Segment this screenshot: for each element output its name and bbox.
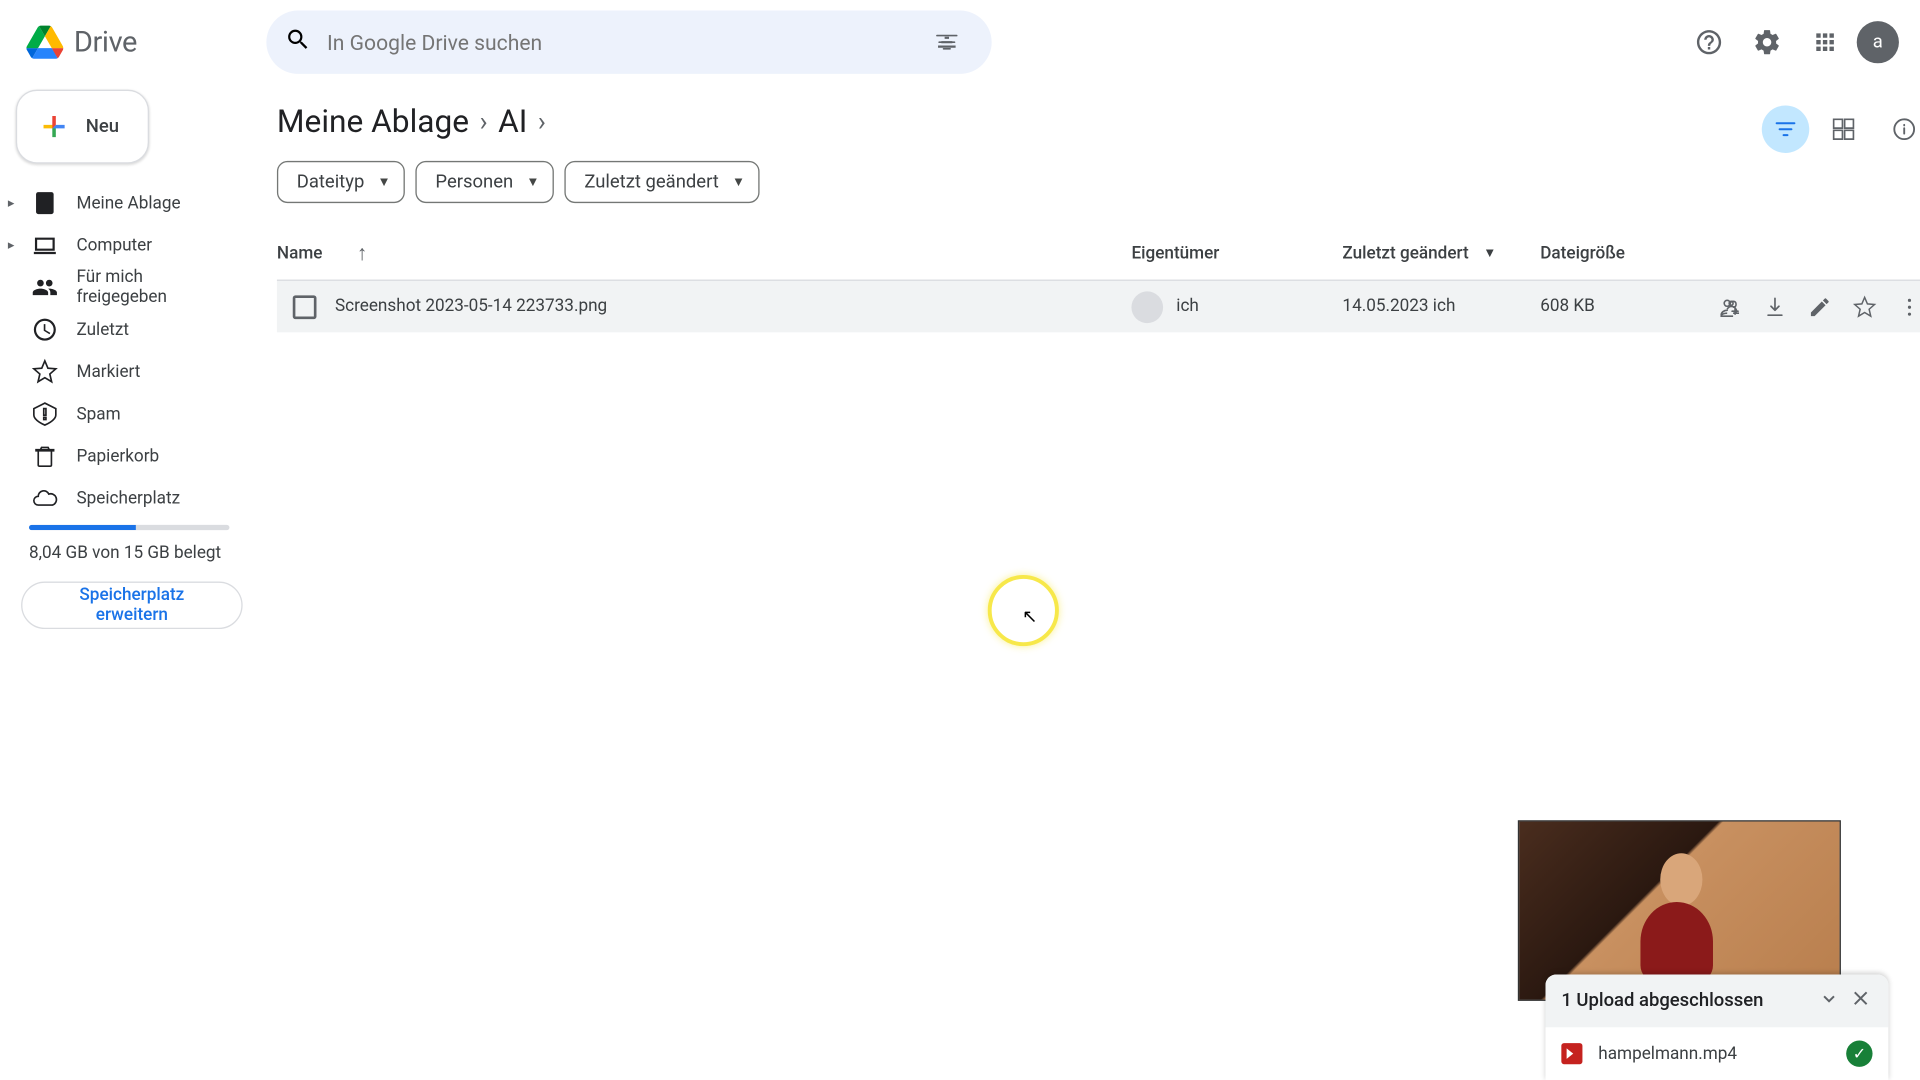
size-cell: 608 KB [1540,297,1711,317]
share-button[interactable] [1712,288,1749,325]
search-icon [285,26,311,58]
success-check-icon: ✓ [1846,1040,1872,1066]
avatar[interactable]: a [1857,21,1899,63]
header: Drive a [0,0,1920,84]
filter-chips: Dateityp▼ Personen▼ Zuletzt geändert▼ [277,161,1920,203]
sidebar: Neu ▸ Meine Ablage ▸ Computer Für mich f… [0,84,258,1080]
new-button[interactable]: Neu [16,90,149,164]
upload-toast: 1 Upload abgeschlossen hampelmann.mp4 ✓ [1546,975,1889,1080]
recent-icon [32,316,58,342]
settings-icon[interactable] [1741,16,1794,69]
sidebar-item-label: Spam [76,404,120,424]
modified-cell: 14.05.2023 ich [1342,297,1540,317]
cursor-icon: ↖ [1022,607,1037,628]
sidebar-item-recent[interactable]: Zuletzt [16,309,243,351]
breadcrumb-root[interactable]: Meine Ablage [277,103,469,140]
highlight-ring [988,575,1059,646]
chip-filetype[interactable]: Dateityp▼ [277,161,405,203]
collapse-toast-button[interactable] [1817,986,1841,1015]
file-name: Screenshot 2023-05-14 223733.png [335,297,607,317]
chip-modified[interactable]: Zuletzt geändert▼ [565,161,760,203]
sidebar-item-computers[interactable]: ▸ Computer [16,224,243,266]
row-checkbox[interactable] [293,295,317,319]
trash-icon [32,443,58,469]
sidebar-item-starred[interactable]: Markiert [16,351,243,393]
star-button[interactable] [1846,288,1883,325]
info-button[interactable] [1878,103,1920,156]
apps-icon[interactable] [1799,16,1852,69]
plus-icon [38,111,70,143]
grid-view-button[interactable] [1817,103,1870,156]
col-owner[interactable]: Eigentümer [1131,227,1342,280]
close-toast-button[interactable] [1849,986,1873,1015]
sidebar-item-label: Für mich freigegeben [76,268,232,308]
col-name[interactable]: Name↑ [277,227,1132,280]
video-file-icon [1561,1043,1582,1064]
upgrade-storage-button[interactable]: Speicherplatz erweitern [21,582,243,629]
sidebar-item-storage[interactable]: Speicherplatz [16,477,243,519]
cloud-icon [32,485,58,511]
file-row[interactable]: Screenshot 2023-05-14 223733.png ich 14.… [277,280,1920,333]
sidebar-item-label: Meine Ablage [76,193,180,213]
sidebar-item-label: Speicherplatz [76,489,180,509]
filter-icon [1774,117,1798,141]
col-size[interactable]: Dateigröße [1540,227,1711,280]
search-options-icon[interactable] [920,16,973,69]
new-button-label: Neu [86,116,119,137]
logo[interactable]: Drive [16,24,259,61]
sidebar-item-label: Computer [76,235,152,255]
column-headers: Name↑ Eigentümer Zuletzt geändert▼ Datei… [277,227,1920,280]
owner-cell: ich [1131,291,1342,323]
sidebar-item-label: Markiert [76,362,140,382]
search-bar[interactable] [266,11,991,74]
expand-icon[interactable]: ▸ [8,238,15,253]
chip-people[interactable]: Personen▼ [416,161,554,203]
sidebar-item-spam[interactable]: Spam [16,393,243,435]
caret-down-icon: ▼ [732,175,745,190]
upload-file-row[interactable]: hampelmann.mp4 ✓ [1546,1027,1889,1080]
storage-text: 8,04 GB von 15 GB belegt [29,543,243,563]
caret-down-icon: ▼ [378,175,391,190]
sidebar-item-label: Zuletzt [76,320,129,340]
rename-button[interactable] [1801,288,1838,325]
star-icon [32,359,58,385]
breadcrumb: Meine Ablage › AI › [277,103,1920,140]
caret-down-icon: ▼ [526,175,539,190]
mydrive-icon [32,190,58,216]
sort-asc-icon: ↑ [357,240,368,266]
expand-icon[interactable]: ▸ [8,196,15,211]
caret-down-icon: ▼ [1483,246,1496,261]
download-button[interactable] [1757,288,1794,325]
spam-icon [32,401,58,427]
sidebar-item-trash[interactable]: Papierkorb [16,435,243,477]
search-input[interactable] [327,30,920,55]
drive-logo-icon [26,24,63,61]
sidebar-item-mydrive[interactable]: ▸ Meine Ablage [16,182,243,224]
shared-icon [32,274,58,300]
sidebar-item-shared[interactable]: Für mich freigegeben [16,266,243,308]
upload-filename: hampelmann.mp4 [1598,1044,1737,1064]
computer-icon [32,232,58,258]
chevron-right-icon: › [538,105,546,137]
filter-toggle-button[interactable] [1762,105,1809,152]
owner-avatar-icon [1131,291,1163,323]
more-button[interactable] [1891,288,1920,325]
row-actions [1712,288,1920,325]
col-modified[interactable]: Zuletzt geändert▼ [1342,227,1540,280]
breadcrumb-current[interactable]: AI [498,103,527,140]
chevron-right-icon: › [480,105,488,137]
sidebar-item-label: Papierkorb [76,446,159,466]
storage-bar [29,525,229,530]
support-icon[interactable] [1683,16,1736,69]
upload-title: 1 Upload abgeschlossen [1561,990,1763,1011]
app-name: Drive [74,26,137,59]
